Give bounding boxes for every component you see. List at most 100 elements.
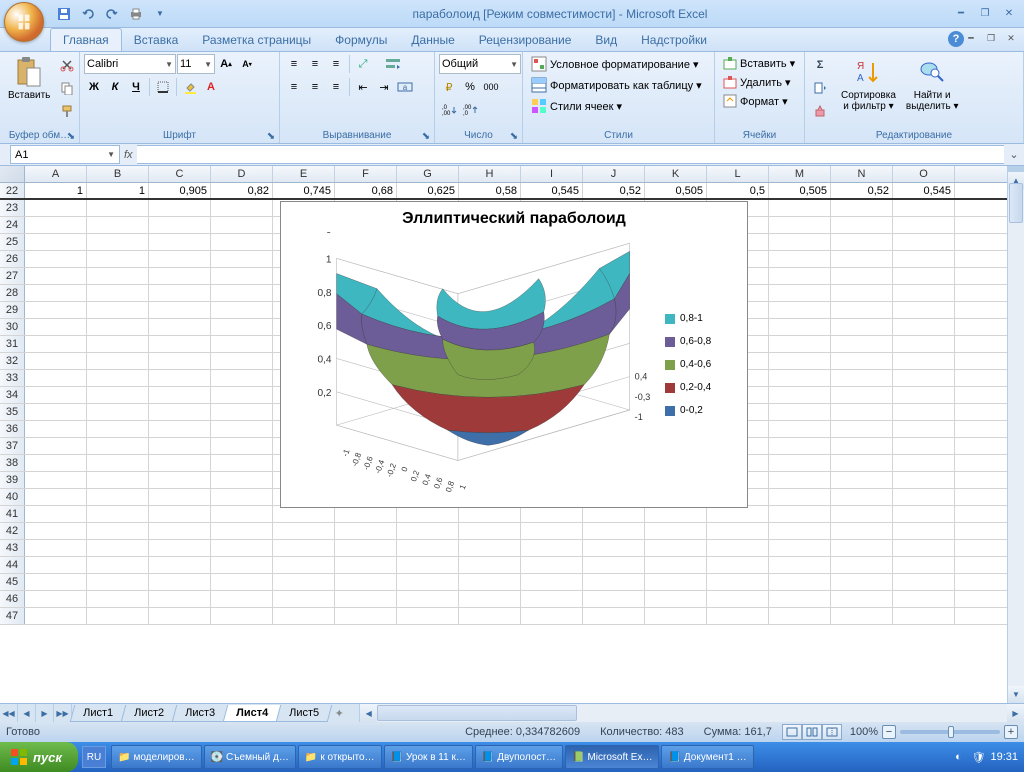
- cell[interactable]: [25, 217, 87, 233]
- cell[interactable]: [769, 285, 831, 301]
- cell[interactable]: [211, 591, 273, 607]
- cell[interactable]: [149, 557, 211, 573]
- delete-cells-button[interactable]: Удалить ▾: [719, 73, 795, 91]
- cell[interactable]: 0,52: [831, 183, 893, 198]
- cut-icon[interactable]: [56, 54, 78, 76]
- horizontal-scrollbar[interactable]: ◀ ▶: [359, 704, 1024, 722]
- cell[interactable]: [149, 336, 211, 352]
- cell[interactable]: [831, 285, 893, 301]
- row-header[interactable]: 42: [0, 523, 25, 539]
- cell[interactable]: [25, 455, 87, 471]
- row-header[interactable]: 45: [0, 574, 25, 590]
- cell[interactable]: [149, 217, 211, 233]
- vscroll-thumb[interactable]: [1009, 183, 1023, 223]
- cell[interactable]: [831, 608, 893, 624]
- cell[interactable]: [769, 336, 831, 352]
- cell[interactable]: [87, 370, 149, 386]
- cell[interactable]: 0,545: [521, 183, 583, 198]
- font-dialog-launcher[interactable]: ⬊: [265, 130, 277, 142]
- cell[interactable]: [87, 404, 149, 420]
- tab-layout[interactable]: Разметка страницы: [190, 29, 323, 51]
- cell[interactable]: [893, 370, 955, 386]
- cell[interactable]: [25, 438, 87, 454]
- cell[interactable]: [211, 438, 273, 454]
- cell[interactable]: [707, 506, 769, 522]
- cell[interactable]: [87, 268, 149, 284]
- cell[interactable]: [87, 472, 149, 488]
- format-painter-icon[interactable]: [56, 100, 78, 122]
- autosum-icon[interactable]: Σ: [809, 54, 831, 76]
- column-header[interactable]: G: [397, 166, 459, 182]
- cell[interactable]: [831, 217, 893, 233]
- column-header[interactable]: K: [645, 166, 707, 182]
- cell[interactable]: [273, 574, 335, 590]
- cell[interactable]: [273, 523, 335, 539]
- column-header[interactable]: D: [211, 166, 273, 182]
- cell[interactable]: [769, 421, 831, 437]
- align-left-icon[interactable]: ≡: [284, 77, 304, 97]
- tray-icon[interactable]: ◐: [950, 749, 966, 765]
- cell[interactable]: [769, 302, 831, 318]
- cell[interactable]: [149, 591, 211, 607]
- cell[interactable]: [831, 268, 893, 284]
- cell[interactable]: [769, 217, 831, 233]
- save-icon[interactable]: [54, 4, 74, 24]
- bold-button[interactable]: Ж: [84, 77, 104, 97]
- cell[interactable]: [273, 557, 335, 573]
- font-name-combo[interactable]: Calibri▼: [84, 54, 176, 74]
- cell[interactable]: [25, 268, 87, 284]
- cell[interactable]: [25, 302, 87, 318]
- align-middle-icon[interactable]: ≡: [305, 54, 325, 74]
- cell[interactable]: [149, 268, 211, 284]
- accounting-format-icon[interactable]: ₽: [439, 77, 459, 97]
- zoom-out-button[interactable]: −: [882, 725, 896, 739]
- cell[interactable]: [211, 506, 273, 522]
- cell[interactable]: [87, 591, 149, 607]
- cell[interactable]: [149, 285, 211, 301]
- cell[interactable]: [707, 523, 769, 539]
- cell[interactable]: [25, 353, 87, 369]
- cell[interactable]: [25, 608, 87, 624]
- row-header[interactable]: 33: [0, 370, 25, 386]
- cell[interactable]: [893, 608, 955, 624]
- cell[interactable]: 0,52: [583, 183, 645, 198]
- row-header[interactable]: 44: [0, 557, 25, 573]
- cell[interactable]: [87, 251, 149, 267]
- print-icon[interactable]: [126, 4, 146, 24]
- cell[interactable]: [831, 557, 893, 573]
- wb-minimize-button[interactable]: ━: [962, 30, 980, 46]
- cell[interactable]: [273, 540, 335, 556]
- copy-icon[interactable]: [56, 77, 78, 99]
- cell[interactable]: [583, 540, 645, 556]
- italic-button[interactable]: К: [105, 77, 125, 97]
- cell[interactable]: [521, 591, 583, 607]
- row-header[interactable]: 43: [0, 540, 25, 556]
- cell[interactable]: [459, 608, 521, 624]
- cell[interactable]: [893, 455, 955, 471]
- cell[interactable]: [831, 506, 893, 522]
- cell[interactable]: [893, 404, 955, 420]
- hscroll-track[interactable]: [377, 704, 1007, 722]
- align-bottom-icon[interactable]: ≡: [326, 54, 346, 74]
- cell[interactable]: [149, 608, 211, 624]
- cell[interactable]: [459, 574, 521, 590]
- cell[interactable]: [87, 540, 149, 556]
- row-header[interactable]: 28: [0, 285, 25, 301]
- cell[interactable]: [25, 540, 87, 556]
- cell[interactable]: [707, 608, 769, 624]
- close-button[interactable]: ✕: [998, 5, 1020, 23]
- cell[interactable]: [397, 608, 459, 624]
- row-header[interactable]: 22: [0, 183, 25, 198]
- row-header[interactable]: 26: [0, 251, 25, 267]
- sheet-tab[interactable]: Лист1: [70, 705, 127, 722]
- cell[interactable]: [211, 540, 273, 556]
- row-header[interactable]: 32: [0, 353, 25, 369]
- qat-customize-icon[interactable]: ▼: [150, 4, 170, 24]
- taskbar-button[interactable]: 📘Двуполост…: [475, 745, 563, 769]
- cell[interactable]: [831, 319, 893, 335]
- column-header[interactable]: E: [273, 166, 335, 182]
- cell[interactable]: [831, 540, 893, 556]
- cell[interactable]: [459, 557, 521, 573]
- cell[interactable]: [831, 353, 893, 369]
- cell[interactable]: [893, 472, 955, 488]
